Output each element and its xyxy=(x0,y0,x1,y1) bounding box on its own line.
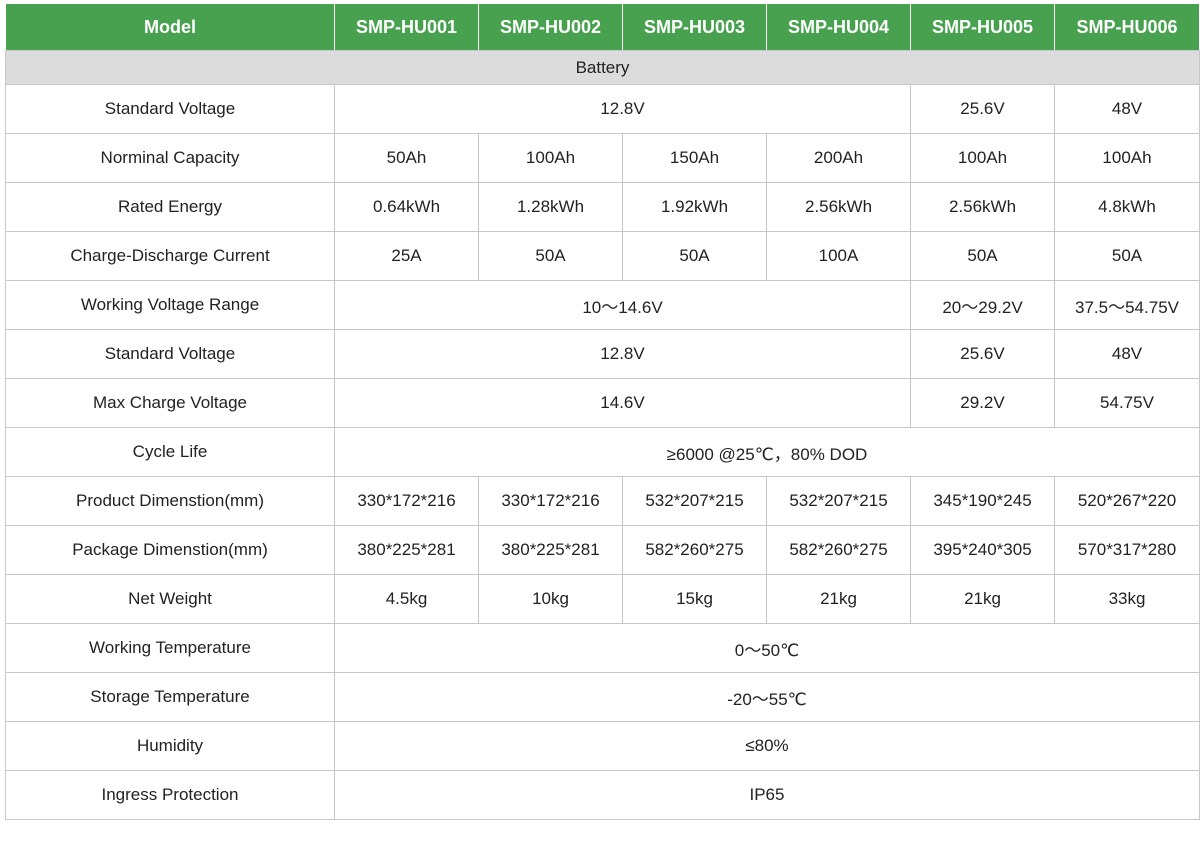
spec-value-cell: 532*207*215 xyxy=(622,476,767,526)
spec-body: Battery Standard Voltage 12.8V 25.6V 48V Nor… xyxy=(5,50,1200,820)
spec-value-cell: 50A xyxy=(478,231,623,281)
spec-row-label: Rated Energy xyxy=(5,182,335,232)
spec-value-cell: 0.64kWh xyxy=(334,182,479,232)
section-title: Battery xyxy=(5,50,1200,85)
spec-value-cell: 330*172*216 xyxy=(334,476,479,526)
spec-row-label: Product Dimenstion(mm) xyxy=(5,476,335,526)
spec-row: Humidity ≤80% xyxy=(5,721,1200,771)
spec-value-cell: 10kg xyxy=(478,574,623,624)
spec-value-cell: 20～29.2V xyxy=(910,280,1055,330)
spec-value-cell: 100Ah xyxy=(1054,133,1200,183)
spec-value-cell: 380*225*281 xyxy=(478,525,623,575)
model-header-cell: SMP-HU004 xyxy=(766,3,911,51)
spec-value-cell: 345*190*245 xyxy=(910,476,1055,526)
spec-row-label: Cycle Life xyxy=(5,427,335,477)
spec-value-cell: 1.92kWh xyxy=(622,182,767,232)
spec-value-cell: ≥6000 @25℃，80% DOD xyxy=(334,427,1200,477)
spec-value-cell: 54.75V xyxy=(1054,378,1200,428)
model-header-cell: SMP-HU005 xyxy=(910,3,1055,51)
spec-value-cell: ≤80% xyxy=(334,721,1200,771)
spec-row: Standard Voltage 12.8V 25.6V 48V xyxy=(5,84,1200,134)
spec-value-cell: 37.5～54.75V xyxy=(1054,280,1200,330)
spec-table: Model SMP-HU001 SMP-HU002 SMP-HU003 SMP-… xyxy=(5,3,1200,820)
model-header-label: Model xyxy=(5,3,335,51)
spec-value-cell: 582*260*275 xyxy=(622,525,767,575)
spec-value-cell: 25.6V xyxy=(910,329,1055,379)
spec-value-cell: 10～14.6V xyxy=(334,280,911,330)
spec-value-cell: 50A xyxy=(910,231,1055,281)
spec-row-label: Max Charge Voltage xyxy=(5,378,335,428)
spec-value-cell: 520*267*220 xyxy=(1054,476,1200,526)
spec-value-cell: 12.8V xyxy=(334,84,911,134)
spec-value-cell: 2.56kWh xyxy=(766,182,911,232)
spec-row-label: Working Temperature xyxy=(5,623,335,673)
spec-value-cell: 100Ah xyxy=(478,133,623,183)
spec-value-cell: 395*240*305 xyxy=(910,525,1055,575)
spec-row-label: Standard Voltage xyxy=(5,84,335,134)
spec-row: Rated Energy 0.64kWh 1.28kWh 1.92kWh 2.56kWh… xyxy=(5,182,1200,232)
spec-row-label: Ingress Protection xyxy=(5,770,335,820)
spec-value-cell: 0～50℃ xyxy=(334,623,1200,673)
spec-row: Working Temperature 0～50℃ xyxy=(5,623,1200,673)
spec-value-cell: 150Ah xyxy=(622,133,767,183)
model-header-cell: SMP-HU001 xyxy=(334,3,479,51)
spec-value-cell: 14.6V xyxy=(334,378,911,428)
spec-row: Max Charge Voltage 14.6V 29.2V 54.75V xyxy=(5,378,1200,428)
spec-value-cell: 100A xyxy=(766,231,911,281)
spec-row-label: Charge-Discharge Current xyxy=(5,231,335,281)
spec-value-cell: 330*172*216 xyxy=(478,476,623,526)
spec-row-label: Net Weight xyxy=(5,574,335,624)
model-header-cell: SMP-HU003 xyxy=(622,3,767,51)
spec-value-cell: 582*260*275 xyxy=(766,525,911,575)
model-header-cell: SMP-HU006 xyxy=(1054,3,1200,51)
spec-value-cell: 4.8kWh xyxy=(1054,182,1200,232)
spec-value-cell: 1.28kWh xyxy=(478,182,623,232)
spec-value-cell: 21kg xyxy=(910,574,1055,624)
spec-value-cell: 21kg xyxy=(766,574,911,624)
spec-row: Net Weight 4.5kg 10kg 15kg 21kg 21kg 33kg xyxy=(5,574,1200,624)
spec-value-cell: 25.6V xyxy=(910,84,1055,134)
spec-value-cell: 2.56kWh xyxy=(910,182,1055,232)
spec-row-label: Norminal Capacity xyxy=(5,133,335,183)
spec-row: Package Dimenstion(mm) 380*225*281 380*225… xyxy=(5,525,1200,575)
spec-row: Ingress Protection IP65 xyxy=(5,770,1200,820)
spec-row: Norminal Capacity 50Ah 100Ah 150Ah 200Ah 100A… xyxy=(5,133,1200,183)
spec-row: Charge-Discharge Current 25A 50A 50A 100A 50A… xyxy=(5,231,1200,281)
spec-value-cell: 50Ah xyxy=(334,133,479,183)
spec-value-cell: 532*207*215 xyxy=(766,476,911,526)
model-header-cell: SMP-HU002 xyxy=(478,3,623,51)
spec-row: Working Voltage Range 10～14.6V 20～29.2V 37.… xyxy=(5,280,1200,330)
spec-row-label: Standard Voltage xyxy=(5,329,335,379)
spec-value-cell: 50A xyxy=(622,231,767,281)
spec-value-cell: 50A xyxy=(1054,231,1200,281)
spec-row-label: Working Voltage Range xyxy=(5,280,335,330)
spec-value-cell: 29.2V xyxy=(910,378,1055,428)
spec-value-cell: 100Ah xyxy=(910,133,1055,183)
spec-row: Product Dimenstion(mm) 330*172*216 330*172… xyxy=(5,476,1200,526)
spec-row: Standard Voltage 12.8V 25.6V 48V xyxy=(5,329,1200,379)
spec-row-label: Package Dimenstion(mm) xyxy=(5,525,335,575)
spec-row-label: Storage Temperature xyxy=(5,672,335,722)
spec-value-cell: -20～55℃ xyxy=(334,672,1200,722)
spec-value-cell: 4.5kg xyxy=(334,574,479,624)
spec-value-cell: 380*225*281 xyxy=(334,525,479,575)
spec-row: Storage Temperature -20～55℃ xyxy=(5,672,1200,722)
spec-value-cell: 200Ah xyxy=(766,133,911,183)
spec-value-cell: 570*317*280 xyxy=(1054,525,1200,575)
header-row: Model SMP-HU001 SMP-HU002 SMP-HU003 SMP-… xyxy=(5,3,1200,51)
spec-value-cell: 25A xyxy=(334,231,479,281)
section-row: Battery xyxy=(5,50,1200,85)
spec-value-cell: IP65 xyxy=(334,770,1200,820)
spec-value-cell: 33kg xyxy=(1054,574,1200,624)
spec-row: Cycle Life ≥6000 @25℃，80% DOD xyxy=(5,427,1200,477)
spec-value-cell: 48V xyxy=(1054,329,1200,379)
spec-row-label: Humidity xyxy=(5,721,335,771)
spec-value-cell: 12.8V xyxy=(334,329,911,379)
spec-value-cell: 15kg xyxy=(622,574,767,624)
spec-value-cell: 48V xyxy=(1054,84,1200,134)
